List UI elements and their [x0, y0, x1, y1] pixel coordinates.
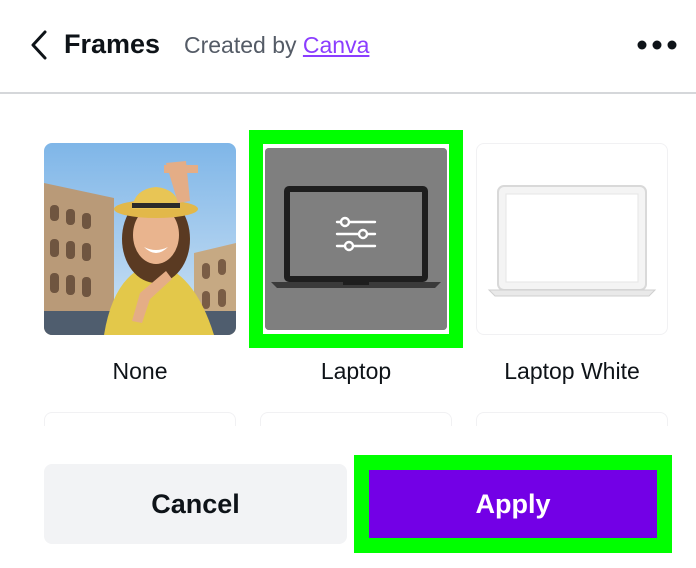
frame-label-laptop-white: Laptop White	[504, 358, 640, 384]
frame-placeholder-row	[44, 412, 236, 426]
creator-link[interactable]: Canva	[303, 32, 369, 58]
created-by-text: Created by Canva	[184, 32, 369, 59]
selection-highlight-apply: Apply	[354, 455, 672, 553]
chevron-left-icon	[31, 30, 47, 60]
page-title: Frames	[64, 29, 161, 59]
frame-thumbnail-laptop[interactable]	[263, 146, 449, 332]
frame-thumbnail-laptop-white[interactable]	[476, 143, 668, 335]
more-options-button[interactable]	[636, 34, 678, 56]
laptop-dark-image	[265, 148, 447, 330]
panel-header: Frames Created by Canva	[0, 0, 696, 94]
frame-thumbnail-photo[interactable]	[44, 143, 236, 335]
frame-label-none: None	[112, 358, 168, 384]
more-horizontal-icon	[637, 40, 677, 50]
photo-image	[44, 143, 236, 335]
created-by-prefix: Created by	[184, 32, 297, 58]
frame-placeholder-row	[476, 412, 668, 426]
laptop-white-image	[487, 185, 657, 297]
frame-label-laptop: Laptop	[320, 358, 392, 384]
back-button[interactable]	[26, 28, 54, 64]
frame-placeholder-row	[260, 412, 452, 426]
cancel-button[interactable]: Cancel	[44, 464, 347, 544]
apply-button[interactable]: Apply	[369, 470, 657, 538]
